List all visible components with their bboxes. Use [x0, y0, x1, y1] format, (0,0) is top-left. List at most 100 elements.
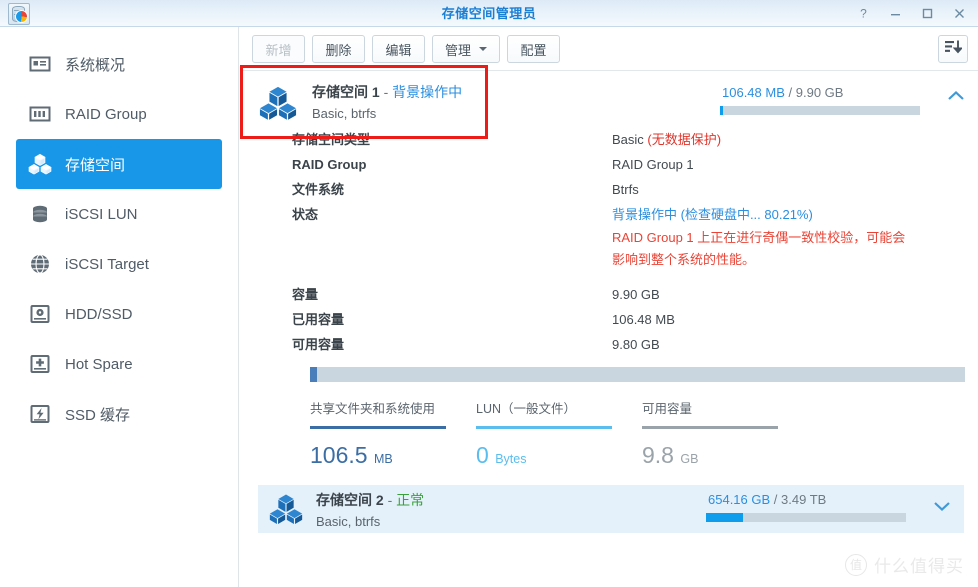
chevron-up-icon[interactable]: [946, 89, 966, 108]
volume-1-details: 存储空间类型 Basic (无数据保护) RAID Group RAID Gro…: [240, 127, 978, 357]
volume-1-capacity-text: 106.48 MB / 9.90 GB: [722, 85, 978, 100]
sidebar-item-raid-group[interactable]: RAID Group: [16, 89, 222, 139]
minimize-button[interactable]: [880, 1, 910, 26]
usage-category-free: 可用容量 9.8 GB: [642, 398, 778, 469]
iscsi-lun-icon: [28, 202, 52, 226]
usage-category-value: 106.5 MB: [310, 442, 446, 469]
volume-1-capacity-bar: [720, 106, 920, 115]
capacity-row: 可用容量 9.80 GB: [292, 332, 968, 357]
title-bar: 存储空间管理员 ?: [0, 0, 978, 27]
close-button[interactable]: [944, 1, 974, 26]
chevron-down-icon[interactable]: [932, 499, 952, 518]
detail-label: 状态: [292, 207, 319, 222]
sidebar-item-hot-spare[interactable]: Hot Spare: [16, 339, 222, 389]
manage-button-label: 管理: [445, 42, 472, 58]
sidebar-item-iscsi-target[interactable]: iSCSI Target: [16, 239, 222, 289]
toolbar: 新增 删除 编辑 管理 配置: [240, 27, 978, 71]
usage-value-number: 9.8: [642, 442, 674, 468]
detail-label: RAID Group: [292, 157, 367, 172]
usage-category-value: 9.8 GB: [642, 442, 778, 469]
chevron-down-icon: [479, 47, 488, 51]
volume-list: 存储空间 1 - 背景操作中 Basic, btrfs 106.48 MB / …: [240, 71, 978, 587]
usage-category-lun: LUN（一般文件） 0 Bytes: [476, 398, 612, 469]
configure-button-label: 配置: [520, 42, 547, 58]
usage-value-number: 106.5: [310, 442, 368, 468]
page-title: 存储空间管理员: [441, 6, 537, 21]
maximize-button[interactable]: [912, 1, 942, 26]
capacity-value: 9.90 GB: [612, 287, 660, 302]
sidebar-item-label: 系统概况: [65, 56, 126, 74]
configure-button[interactable]: 配置: [507, 35, 561, 63]
sidebar-item-label: SSD 缓存: [65, 406, 131, 424]
usage-category-rule: [310, 426, 446, 429]
volume-1-capacity-slash: /: [788, 85, 793, 100]
watermark: 值 什么值得买: [845, 552, 964, 577]
sidebar: 系统概况 RAID Group 存储空间 iSCSI LUN iSCSI Tar…: [0, 27, 239, 587]
create-button-label: 新增: [265, 42, 292, 58]
create-button[interactable]: 新增: [252, 35, 305, 63]
sort-descending-icon: [944, 39, 963, 60]
detail-label-empty: [292, 227, 612, 271]
usage-value-unit: GB: [680, 452, 699, 466]
detail-label: 存储空间类型: [292, 132, 371, 147]
volume-2-row[interactable]: 存储空间 2 - 正常 Basic, btrfs 654.16 GB / 3.4…: [258, 485, 964, 533]
volume-1-separator: -: [383, 84, 389, 100]
usage-category-title: LUN（一般文件）: [476, 402, 577, 416]
sidebar-item-label: HDD/SSD: [65, 305, 133, 323]
sidebar-item-label: iSCSI LUN: [65, 205, 138, 223]
volume-1-title: 存储空间 1 - 背景操作中: [312, 82, 462, 102]
detail-value: RAID Group 1: [612, 157, 694, 172]
usage-category-title: 可用容量: [642, 402, 693, 416]
volume-1-name: 存储空间 1: [312, 84, 380, 100]
sidebar-item-hdd-ssd[interactable]: HDD/SSD: [16, 289, 222, 339]
sidebar-item-label: iSCSI Target: [65, 255, 149, 273]
help-button[interactable]: ?: [848, 1, 878, 26]
capacity-label: 已用容量: [292, 312, 345, 327]
volume-2-capacity-text: 654.16 GB / 3.49 TB: [708, 492, 964, 507]
delete-button[interactable]: 删除: [312, 35, 365, 63]
volume-1-header[interactable]: 存储空间 1 - 背景操作中 Basic, btrfs 106.48 MB / …: [240, 71, 978, 127]
volume-2-status-badge: 正常: [396, 492, 425, 508]
volume-1-warning-message: RAID Group 1 上正在进行奇偶一致性校验，可能会影响到整个系统的性能。: [612, 230, 906, 267]
usage-category-title: 共享文件夹和系统使用: [310, 402, 436, 416]
edit-button[interactable]: 编辑: [372, 35, 425, 63]
volume-2-capacity: 654.16 GB / 3.49 TB: [706, 492, 964, 522]
volume-1-usage-legend: 共享文件夹和系统使用 106.5 MB LUN（一般文件） 0 Bytes 可用…: [310, 398, 978, 469]
hdd-ssd-icon: [28, 302, 52, 326]
capacity-label: 容量: [292, 287, 319, 302]
detail-value-note: (无数据保护): [647, 132, 722, 147]
edit-button-label: 编辑: [385, 42, 412, 58]
sidebar-item-ssd-cache[interactable]: SSD 缓存: [16, 389, 222, 439]
ssd-cache-icon: [28, 402, 52, 426]
svg-text:?: ?: [860, 7, 867, 20]
volume-1-status-badge: 背景操作中: [392, 84, 463, 100]
volume-1-capacity: 106.48 MB / 9.90 GB: [720, 85, 978, 115]
storage-volume-icon: [258, 83, 298, 123]
capacity-value: 106.48 MB: [612, 312, 675, 327]
volume-2-total: 3.49 TB: [781, 492, 827, 507]
capacity-row: 容量 9.90 GB: [292, 282, 968, 307]
usage-category-rule: [642, 426, 778, 429]
sidebar-item-label: RAID Group: [65, 105, 147, 123]
usage-category-shared-folders: 共享文件夹和系统使用 106.5 MB: [310, 398, 446, 469]
watermark-badge: 值: [845, 553, 867, 576]
sidebar-item-storage-volume[interactable]: 存储空间: [16, 139, 222, 189]
sidebar-item-iscsi-lun[interactable]: iSCSI LUN: [16, 189, 222, 239]
sidebar-item-system-overview[interactable]: 系统概况: [16, 39, 222, 89]
storage-manager-window: 存储空间管理员 ? 系统概况 RAID Group 存储空间 iSCSI LUN…: [0, 0, 978, 587]
usage-category-value: 0 Bytes: [476, 442, 612, 469]
detail-value: 背景操作中 (检查硬盘中... 80.21%): [612, 207, 813, 222]
sidebar-item-label: 存储空间: [65, 156, 126, 174]
usage-value-number: 0: [476, 442, 489, 468]
delete-button-label: 删除: [325, 42, 352, 58]
overview-card-icon: [28, 52, 52, 76]
capacity-value: 9.80 GB: [612, 337, 660, 352]
volume-2-name: 存储空间 2: [316, 492, 384, 508]
manage-button[interactable]: 管理: [432, 35, 501, 63]
sort-button[interactable]: [938, 35, 968, 63]
detail-value: Btrfs: [612, 182, 639, 197]
storage-volume-icon: [268, 491, 304, 527]
usage-value-unit: Bytes: [495, 452, 527, 466]
usage-category-rule: [476, 426, 612, 429]
usage-value-unit: MB: [373, 452, 393, 466]
